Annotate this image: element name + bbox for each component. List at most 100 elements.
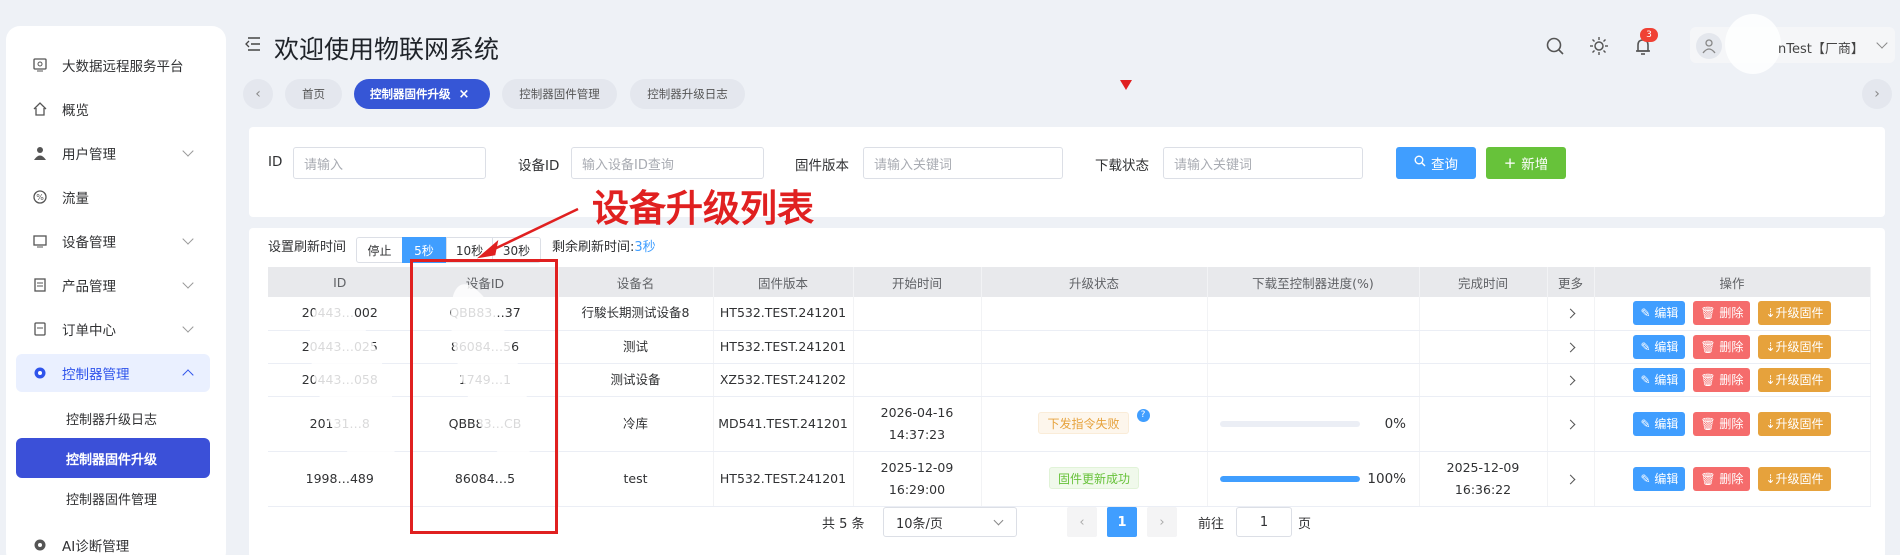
cell-actions: ✎ 编辑 🗑 删除 ⇣升级固件	[1594, 297, 1871, 331]
prev-page-button[interactable]: ‹	[1067, 507, 1097, 537]
sidebar-subitem-upgrade-log[interactable]: 控制器升级日志	[16, 398, 210, 438]
search-icon[interactable]	[1543, 34, 1567, 58]
query-button[interactable]: 查询	[1396, 147, 1476, 179]
page-number-1[interactable]: 1	[1107, 507, 1137, 537]
tabs-scroll-right-button[interactable]: ›	[1862, 79, 1892, 109]
avatar	[1696, 33, 1722, 59]
page-size-select[interactable]: 10条/页	[883, 507, 1017, 537]
cell-device-name: test	[623, 470, 648, 486]
tabs-scroll-left-button[interactable]: ‹	[243, 79, 273, 109]
page-unit-label: 页	[1298, 516, 1312, 532]
user-name: nTest【厂商】	[1778, 42, 1864, 57]
refresh-option-stop[interactable]: 停止	[356, 237, 403, 263]
cell	[853, 330, 982, 364]
firmware-label: 固件版本	[795, 158, 849, 174]
delete-label: 删除	[1719, 306, 1744, 321]
delete-button[interactable]: 🗑 删除	[1693, 411, 1751, 436]
column-header: 设备名	[558, 267, 714, 297]
delete-button[interactable]: 🗑 删除	[1693, 334, 1751, 359]
cell	[1547, 451, 1595, 507]
upgrade-button[interactable]: ⇣升级固件	[1758, 334, 1831, 359]
upgrade-button[interactable]: ⇣升级固件	[1758, 367, 1831, 392]
delete-button[interactable]: 🗑 删除	[1693, 367, 1751, 392]
edit-button[interactable]: ✎ 编辑	[1633, 301, 1686, 326]
chevron-right-icon[interactable]	[1565, 342, 1576, 352]
tab-upgrade-log[interactable]: 控制器升级日志	[630, 79, 745, 109]
sidebar-item-ai[interactable]: AI诊断管理	[16, 526, 210, 555]
refresh-label: 设置刷新时间	[268, 240, 347, 255]
tab-home[interactable]: 首页	[285, 79, 342, 109]
chevron-right-icon[interactable]	[1565, 419, 1576, 429]
menu-collapse-icon[interactable]	[244, 36, 262, 56]
progress-text: 0%	[1384, 415, 1406, 432]
cell: 2026-04-16 14:37:23	[853, 396, 982, 452]
device-id-input[interactable]: 输入设备ID查询	[571, 147, 764, 179]
sidebar-item-products[interactable]: 产品管理	[16, 266, 210, 304]
chevron-right-icon[interactable]	[1565, 474, 1576, 484]
tab-label: 控制器固件升级	[370, 87, 451, 101]
goto-page-input[interactable]: 1	[1236, 507, 1292, 537]
sidebar-item-platform[interactable]: 大数据远程服务平台	[16, 46, 210, 84]
cell	[981, 330, 1208, 364]
query-label: 查询	[1431, 157, 1458, 173]
cell	[981, 297, 1208, 331]
cell: 2025-12-09 16:29:00	[853, 451, 982, 507]
cell: MD541.TEST.241201	[713, 396, 854, 452]
add-label: 新增	[1521, 157, 1549, 173]
cell	[1419, 363, 1548, 397]
upgrade-button[interactable]: ⇣升级固件	[1758, 301, 1831, 326]
cell: XZ532.TEST.241202	[713, 363, 854, 397]
chevron-right-icon[interactable]	[1565, 375, 1576, 385]
sidebar-item-users[interactable]: 用户管理	[16, 134, 210, 172]
upgrade-button[interactable]: ⇣升级固件	[1758, 411, 1831, 436]
column-header: ID	[268, 267, 413, 297]
sidebar-item-overview[interactable]: 概览	[16, 90, 210, 128]
tab-firmware-manage[interactable]: 控制器固件管理	[502, 79, 617, 109]
delete-button[interactable]: 🗑 删除	[1693, 466, 1751, 491]
tab-firmware-upgrade[interactable]: 控制器固件升级 ×	[354, 79, 490, 109]
sidebar-item-traffic[interactable]: % 流量	[16, 178, 210, 216]
delete-button[interactable]: 🗑 删除	[1693, 301, 1751, 326]
firmware-input[interactable]: 请输入关键词	[863, 147, 1063, 179]
add-button[interactable]: + 新增	[1486, 147, 1566, 179]
sidebar-item-label: 大数据远程服务平台	[62, 59, 184, 75]
cell-device-name: 行駿长期测试设备8	[581, 305, 690, 321]
status-badge: 下发指令失败	[1038, 412, 1129, 434]
edit-button[interactable]: ✎ 编辑	[1633, 411, 1686, 436]
next-page-button[interactable]: ›	[1147, 507, 1177, 537]
sidebar-item-devices[interactable]: 设备管理	[16, 222, 210, 260]
cell-device-name: 测试设备	[610, 371, 661, 387]
edit-button[interactable]: ✎ 编辑	[1633, 466, 1686, 491]
annotation-label: 设备升级列表	[592, 187, 814, 230]
cell-firmware: HT532.TEST.241201	[719, 305, 847, 321]
upgrade-button[interactable]: ⇣升级固件	[1758, 466, 1831, 491]
gear-icon	[30, 535, 50, 555]
sidebar-subitem-firmware-upgrade[interactable]: 控制器固件升级	[16, 438, 210, 478]
edit-button[interactable]: ✎ 编辑	[1633, 334, 1686, 359]
sidebar-item-orders[interactable]: 订单中心	[16, 310, 210, 348]
user-icon	[30, 143, 50, 163]
cell: 行駿长期测试设备8	[558, 297, 714, 331]
upgrade-label: 升级固件	[1775, 306, 1824, 321]
chevron-right-icon[interactable]	[1565, 308, 1576, 319]
edit-button[interactable]: ✎ 编辑	[1633, 367, 1686, 392]
sun-icon[interactable]	[1587, 34, 1611, 58]
delete-label: 删除	[1719, 471, 1744, 486]
cell	[853, 363, 982, 397]
cell: 2025-12-09 16:36:22	[1419, 451, 1548, 507]
id-input[interactable]: 请输入	[293, 147, 486, 179]
sidebar-subitem-firmware-manage[interactable]: 控制器固件管理	[16, 478, 210, 518]
column-header: 更多	[1547, 267, 1595, 297]
close-icon[interactable]: ×	[459, 87, 470, 102]
cell	[1419, 297, 1548, 331]
chevron-down-icon	[182, 145, 194, 157]
help-icon[interactable]: ?	[1136, 409, 1150, 422]
sidebar-item-controller[interactable]: 控制器管理	[16, 354, 210, 392]
page-size-value: 10条/页	[896, 516, 943, 532]
cell: 冷库	[558, 396, 714, 452]
cell: 固件更新成功	[981, 451, 1208, 507]
download-status-input[interactable]: 请输入关键词	[1163, 147, 1363, 179]
cell: HT532.TEST.241201	[713, 451, 854, 507]
cell-firmware: HT532.TEST.241201	[719, 338, 847, 354]
cell	[1207, 330, 1420, 364]
